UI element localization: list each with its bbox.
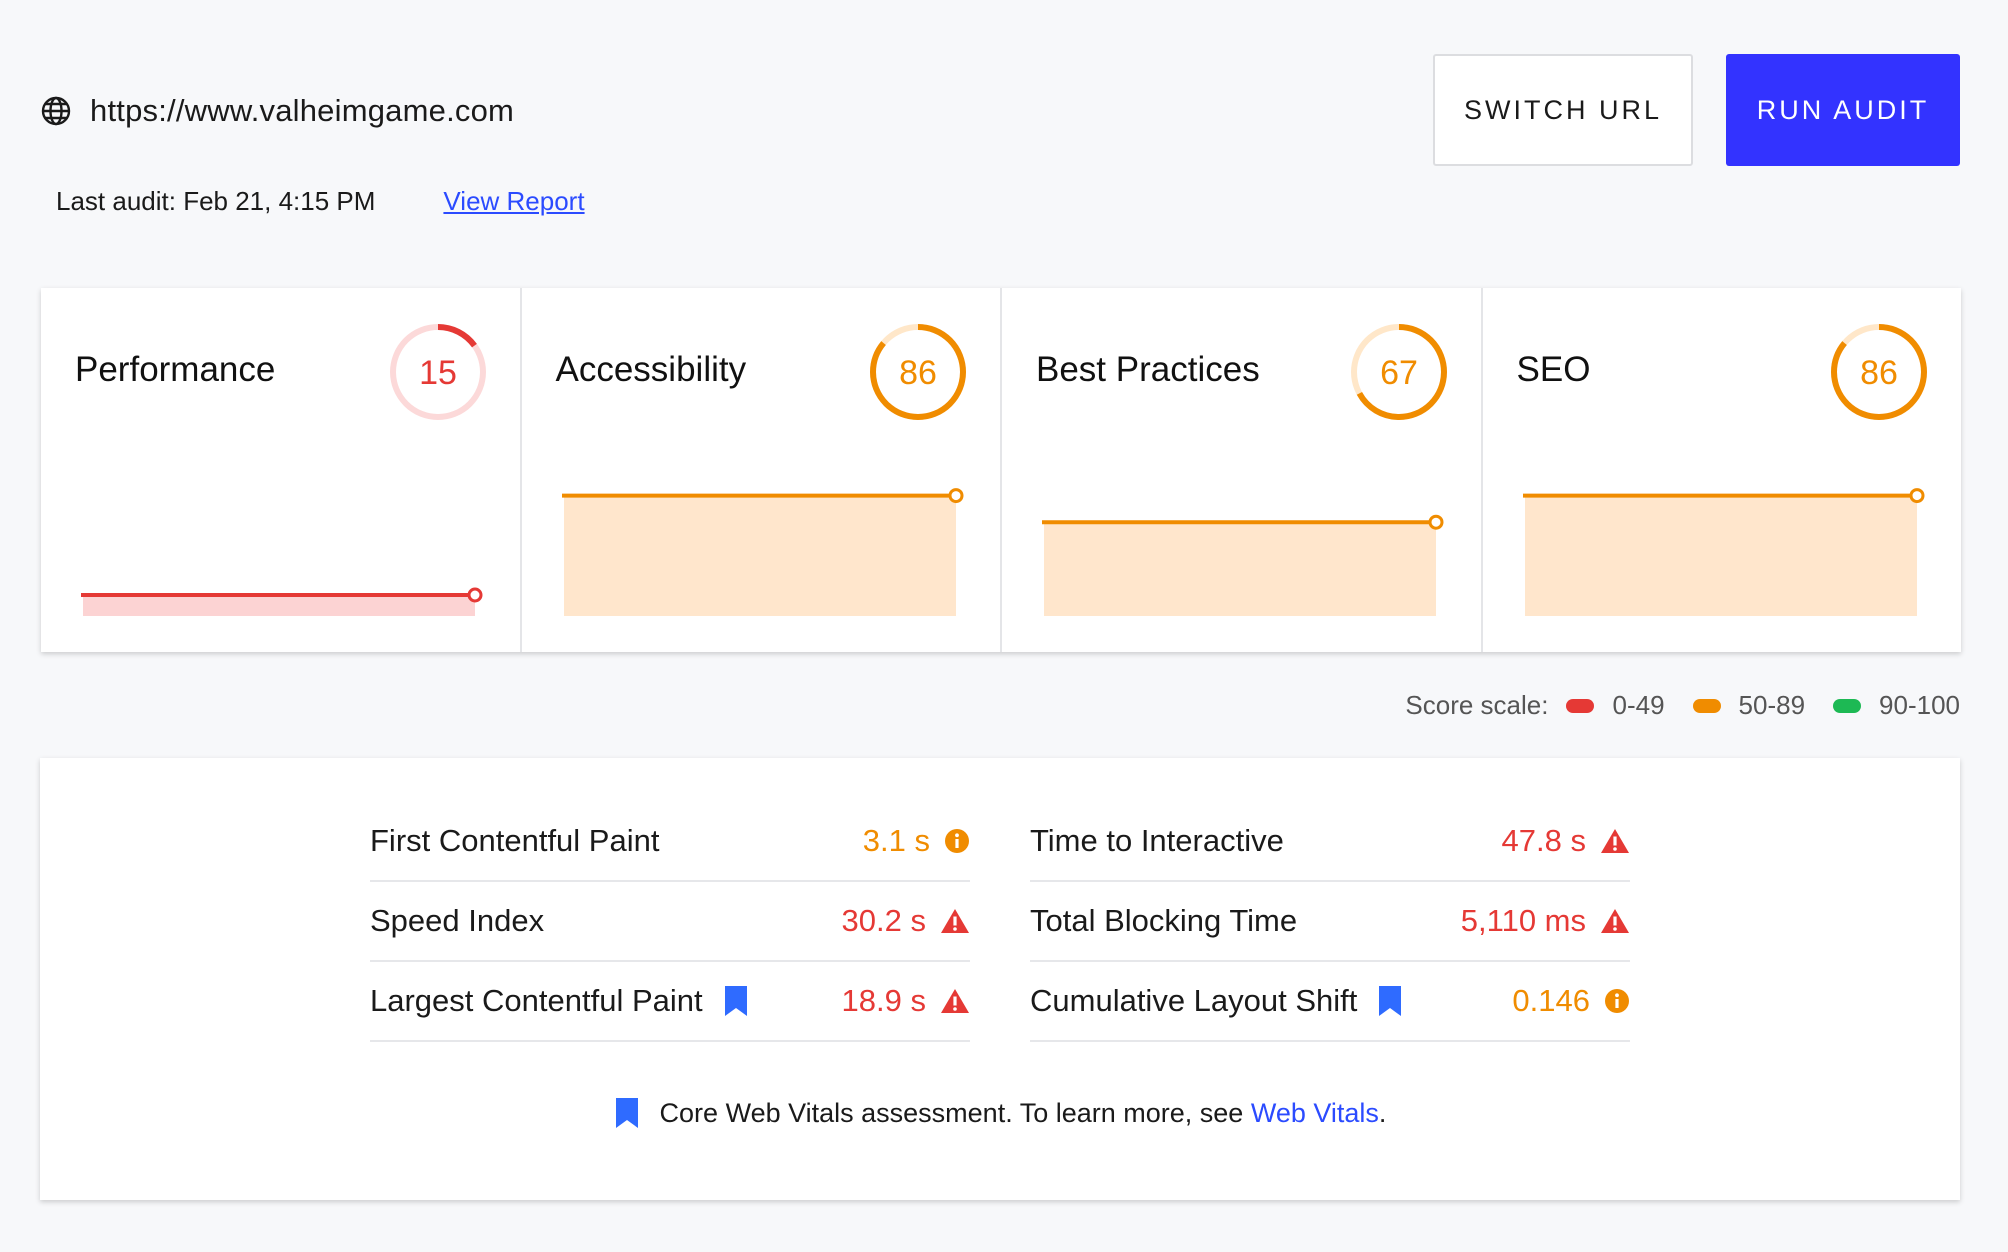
warning-icon xyxy=(940,908,970,934)
metric-value: 0.146 xyxy=(1512,983,1630,1019)
card-title: Accessibility xyxy=(555,350,747,389)
score-scale-label: Score scale: xyxy=(1405,690,1549,720)
card-title: SEO xyxy=(1516,350,1591,389)
metric-name: Total Blocking Time xyxy=(1030,903,1298,938)
score-gauge: 67 xyxy=(1350,324,1447,420)
metric-value: 5,110 ms xyxy=(1461,903,1630,939)
score-value: 86 xyxy=(1860,354,1898,392)
card-accessibility[interactable]: Accessibility 86 xyxy=(522,288,1002,652)
card-title: Performance xyxy=(75,350,276,389)
trend-area xyxy=(83,595,475,616)
metrics-left-column: First Contentful Paint 3.1 s Speed Index… xyxy=(370,802,970,1042)
web-vitals-link[interactable]: Web Vitals xyxy=(1251,1098,1379,1129)
metric-row[interactable]: Speed Index 30.2 s xyxy=(370,882,970,962)
score-trend xyxy=(561,488,963,616)
red-pill-icon xyxy=(1566,698,1595,713)
metric-value: 3.1 s xyxy=(863,823,970,859)
warning-icon xyxy=(940,988,970,1014)
metric-value: 47.8 s xyxy=(1502,823,1630,859)
metric-value: 30.2 s xyxy=(842,903,970,939)
site-url: https://www.valheimgame.com xyxy=(90,93,515,128)
card-seo[interactable]: SEO 86 xyxy=(1483,288,1962,652)
card-performance[interactable]: Performance 15 xyxy=(41,288,522,652)
warning-icon xyxy=(1600,828,1630,854)
green-pill-icon xyxy=(1833,698,1862,713)
metric-name: Speed Index xyxy=(370,903,545,938)
metric-row[interactable]: Cumulative Layout Shift 0.146 xyxy=(1030,962,1630,1042)
trend-point xyxy=(467,587,483,603)
card-best-practices[interactable]: Best Practices 67 xyxy=(1002,288,1483,652)
trend-point xyxy=(948,488,963,504)
last-audit-text: Last audit: Feb 21, 4:15 PM xyxy=(56,186,376,216)
range-mid: 50-89 xyxy=(1738,690,1806,720)
score-gauge: 86 xyxy=(1831,324,1927,420)
score-scale-legend: Score scale: 0-49 50-89 90-100 xyxy=(1405,690,1960,721)
score-trend xyxy=(81,587,483,616)
card-title: Best Practices xyxy=(1036,350,1260,389)
metric-value: 18.9 s xyxy=(842,983,970,1019)
run-audit-button[interactable]: RUN AUDIT xyxy=(1726,54,1960,166)
metric-row[interactable]: Largest Contentful Paint 18.9 s xyxy=(370,962,970,1042)
score-value: 15 xyxy=(419,354,457,392)
metrics-right-column: Time to Interactive 47.8 s Total Blockin… xyxy=(1030,802,1630,1042)
metric-name: Cumulative Layout Shift xyxy=(1030,983,1403,1019)
metric-row[interactable]: First Contentful Paint 3.1 s xyxy=(370,802,970,882)
audit-info: Last audit: Feb 21, 4:15 PM View Report xyxy=(56,186,585,217)
metric-name: Largest Contentful Paint xyxy=(370,983,749,1019)
metric-row[interactable]: Total Blocking Time 5,110 ms xyxy=(1030,882,1630,962)
core-web-vitals-note: Core Web Vitals assessment. To learn mor… xyxy=(40,1096,1960,1130)
trend-area xyxy=(1044,522,1436,616)
score-value: 67 xyxy=(1380,354,1418,392)
trend-area xyxy=(563,495,956,616)
warning-icon xyxy=(1600,908,1630,934)
cwv-period: . xyxy=(1378,1097,1387,1128)
range-low: 0-49 xyxy=(1612,690,1665,720)
bookmark-icon xyxy=(614,1096,640,1130)
trend-point xyxy=(1428,514,1444,530)
view-report-link[interactable]: View Report xyxy=(443,186,584,217)
metric-name: Time to Interactive xyxy=(1030,823,1284,858)
orange-pill-icon xyxy=(1692,698,1721,713)
metric-name: First Contentful Paint xyxy=(370,823,660,858)
trend-area xyxy=(1524,495,1917,616)
score-trend xyxy=(1042,514,1444,616)
range-high: 90-100 xyxy=(1879,690,1960,720)
trend-point xyxy=(1909,488,1924,504)
info-icon xyxy=(1604,988,1630,1014)
cwv-text: Core Web Vitals assessment. To learn mor… xyxy=(659,1097,1244,1128)
switch-url-button[interactable]: SWITCH URL xyxy=(1433,54,1693,166)
info-icon xyxy=(944,828,970,854)
globe-icon xyxy=(40,95,72,127)
bookmark-icon xyxy=(1377,984,1403,1018)
metric-row[interactable]: Time to Interactive 47.8 s xyxy=(1030,802,1630,882)
score-gauge: 15 xyxy=(389,324,486,420)
score-value: 86 xyxy=(899,354,937,392)
metrics-panel: First Contentful Paint 3.1 s Speed Index… xyxy=(40,758,1960,1200)
score-cards: Performance 15 Accessibility 86 Best Pra… xyxy=(41,288,1961,652)
bookmark-icon xyxy=(723,984,749,1018)
url-row: https://www.valheimgame.com xyxy=(40,88,514,134)
score-trend xyxy=(1522,488,1924,616)
score-gauge: 86 xyxy=(870,324,966,420)
